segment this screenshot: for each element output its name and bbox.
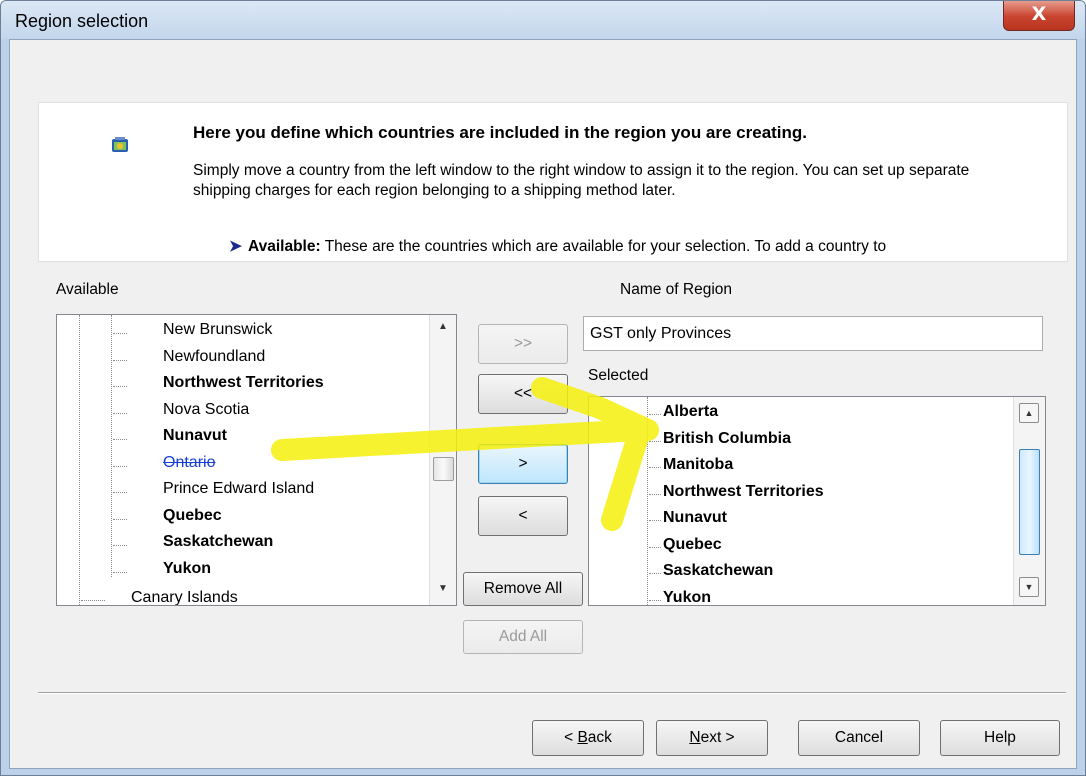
tree-guide [113,439,127,440]
list-item[interactable]: Nova Scotia [163,401,249,419]
tree-guide [649,493,661,495]
description-text: Simply move a country from the left wind… [193,162,970,199]
scroll-down-icon[interactable]: ▼ [1067,243,1068,254]
list-item[interactable]: Prince Edward Island [163,480,314,498]
selected-list-item[interactable]: British Columbia [663,430,791,448]
description-panel: Here you define which countries are incl… [38,102,1068,262]
selected-list[interactable]: Alberta British Columbia Manitoba Northwest… [588,396,1046,606]
selected-list-item[interactable]: Nunavut [663,509,727,527]
selected-label: Selected [588,367,649,384]
scroll-thumb[interactable] [1019,449,1040,555]
available-label: Available [56,281,119,298]
tree-guide [113,386,127,387]
available-term: Available: [248,238,321,255]
scroll-thumb[interactable] [433,457,454,481]
region-name-label: Name of Region [620,281,733,298]
tree-guide [649,520,661,521]
tree-guide [649,573,661,574]
available-help-line: ➤ Available: These are the countries whic… [229,237,1029,256]
list-item[interactable]: Quebec [163,507,222,525]
back-rest: ack [587,729,612,746]
next-rest: ext > [700,729,735,746]
description-title: Here you define which countries are incl… [193,123,808,142]
tree-guide [649,414,661,415]
available-scrollbar[interactable]: ▲ ▼ [429,315,456,605]
scroll-up-icon[interactable]: ▲ [430,321,456,332]
remove-all-button[interactable]: Remove All [463,572,583,606]
tree-guide [113,412,127,414]
tree-guide [113,333,127,334]
selected-list-item[interactable]: Saskatchewan [663,562,773,580]
list-item[interactable]: Canary Islands [131,589,238,605]
region-icon [112,137,128,152]
list-item[interactable]: Nunavut [163,427,227,445]
window-title: Region selection [15,11,149,31]
cancel-button[interactable]: Cancel [798,720,920,756]
tree-guide [113,359,127,361]
tree-guide [113,518,127,520]
selected-list-item[interactable]: Northwest Territories [663,483,824,501]
list-item[interactable]: Ontario [163,454,215,472]
tree-guide [113,492,127,493]
selected-list-item[interactable]: Alberta [663,403,718,421]
available-list[interactable]: New Brunswick Newfoundland Northwest Terri… [56,314,457,606]
list-item[interactable]: New Brunswick [163,321,272,339]
tree-guide [81,600,105,601]
tree-guide [649,546,661,548]
back-prefix: < [564,729,578,746]
scroll-up-icon[interactable]: ▲ [1019,403,1039,423]
tree-guide [649,440,661,442]
next-button[interactable]: Next > [656,720,768,756]
tree-guide [113,465,127,467]
available-help-text: These are the countries which are availa… [324,238,887,255]
footer-separator [38,692,1066,694]
title-bar[interactable]: Region selection [1,1,1085,39]
region-name-input[interactable]: GST only Provinces [583,316,1043,351]
scroll-up-icon[interactable]: ▲ [1067,109,1068,120]
selected-list-item[interactable]: Manitoba [663,456,733,474]
tree-guide [113,571,127,573]
close-button[interactable]: X [1003,1,1075,31]
tree-guide [649,467,661,468]
tree-guide [649,599,661,601]
back-accel: B [577,729,588,746]
description-scrollbar[interactable]: ▲ ▼ [1067,103,1068,261]
scroll-down-icon[interactable]: ▼ [430,583,456,594]
add-all-arrow-button[interactable]: >> [478,324,568,364]
scroll-down-icon[interactable]: ▼ [1019,577,1039,597]
selected-scrollbar[interactable]: ▲ ▼ [1013,397,1045,605]
next-accel: N [689,729,701,746]
back-button[interactable]: < Back [532,720,644,756]
add-selected-button[interactable]: > [478,444,568,484]
selected-list-item[interactable]: Quebec [663,536,722,554]
help-button[interactable]: Help [940,720,1060,756]
tree-guide [111,315,112,577]
tree-guide [113,545,127,546]
list-item[interactable]: Saskatchewan [163,533,273,551]
add-all-button[interactable]: Add All [463,620,583,654]
remove-selected-button[interactable]: < [478,496,568,536]
tree-guide [79,315,80,605]
selected-list-item[interactable]: Yukon [663,589,711,606]
list-item[interactable]: Newfoundland [163,348,265,366]
bullet-arrow-icon: ➤ [229,238,242,255]
list-item[interactable]: Northwest Territories [163,374,324,392]
tree-guide [647,397,648,605]
remove-all-arrow-button[interactable]: << [478,374,568,414]
list-item[interactable]: Yukon [163,560,211,578]
